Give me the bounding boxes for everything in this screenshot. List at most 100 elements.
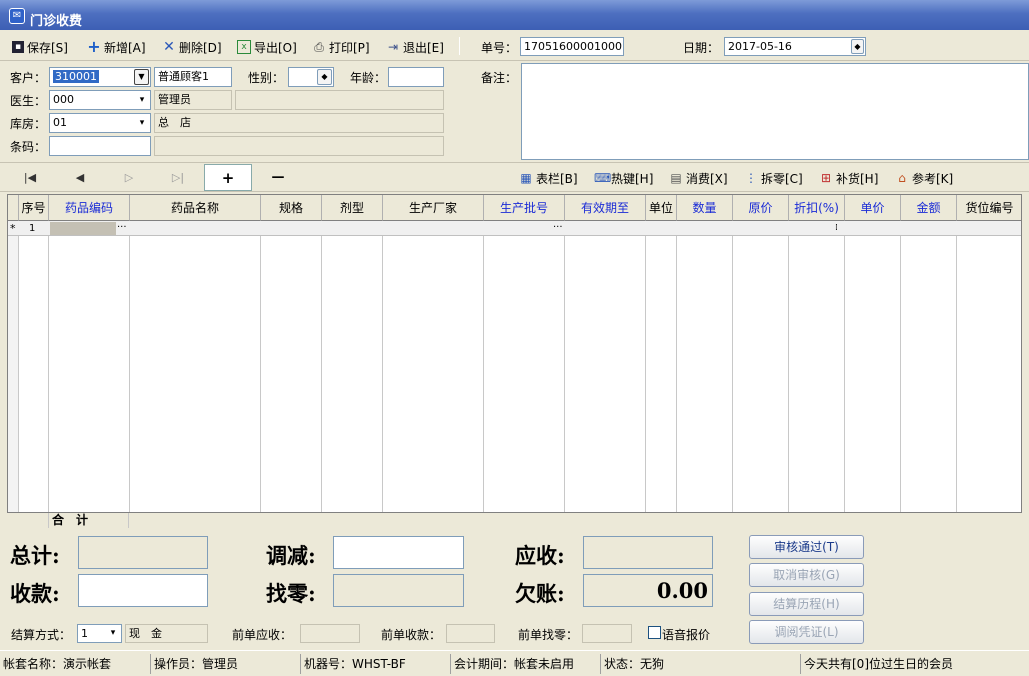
print-button[interactable]: ⎙ 打印[P] — [312, 38, 369, 56]
adjust-field[interactable] — [333, 536, 464, 569]
status-bar: 帐套名称：演示帐套 操作员：管理员 机器号：WHST-BF 会计期间：帐套未启用… — [0, 650, 1029, 676]
settle-method-select[interactable]: 1 ▾ — [77, 624, 122, 643]
doctor-code-select[interactable]: 000 ▾ — [49, 90, 151, 110]
voice-checkbox[interactable] — [648, 626, 661, 639]
title-bar: ✉ 门诊收费 — [0, 0, 1029, 30]
order-no-field[interactable]: 170516000010001 — [520, 37, 624, 56]
warehouse-code-select[interactable]: 01 ▾ — [49, 113, 151, 133]
hotkeys-button[interactable]: ⌨ 热键[H] — [594, 169, 653, 187]
column-header-drug-name[interactable]: 药品名称 — [130, 195, 261, 221]
receipt-icon: ▤ — [670, 171, 682, 185]
prev-change-label: 前单找零： — [518, 628, 579, 642]
barcode-extra-field — [154, 136, 444, 156]
grid-column — [565, 221, 646, 527]
date-label: 日期： — [683, 41, 720, 55]
column-header-manufacturer[interactable]: 生产厂家 — [383, 195, 484, 221]
table-row[interactable]: * 1 ··· ··· ⁞ — [8, 221, 1021, 236]
column-header-quantity[interactable]: 数量 — [677, 195, 733, 221]
drug-code-cell[interactable] — [50, 222, 116, 235]
row-indicator-header — [8, 195, 19, 221]
chevron-down-icon[interactable]: ▾ — [105, 625, 121, 642]
toolbar: ▪ 保存[S] + 新增[A] ✕ 删除[D] x 导出[O] ⎙ 打印[P] … — [0, 31, 1029, 61]
next-record-button[interactable]: ▷ — [107, 167, 151, 189]
grid-column — [322, 221, 383, 527]
column-header-location[interactable]: 货位编号 — [957, 195, 1021, 221]
customer-name-field[interactable]: 普通顾客1 — [154, 67, 232, 87]
save-button[interactable]: ▪ 保存[S] — [12, 38, 68, 56]
restock-icon: ⊞ — [820, 171, 832, 185]
add-row-button[interactable]: + — [204, 164, 252, 191]
unapprove-button[interactable]: 取消审核(G) — [749, 563, 864, 587]
split-button[interactable]: ⋮ 拆零[C] — [744, 169, 803, 187]
voice-label: 语音报价 — [662, 628, 711, 642]
delete-button[interactable]: ✕ 删除[D] — [162, 38, 221, 56]
columns-button[interactable]: ▦ 表栏[B] — [519, 169, 577, 187]
column-header-drug-code[interactable]: 药品编码 — [49, 195, 130, 221]
grid-column — [383, 221, 484, 527]
grid-column — [261, 221, 322, 527]
row-indicator-column — [8, 221, 19, 527]
consume-button[interactable]: ▤ 消费[X] — [669, 169, 727, 187]
column-header-expiry[interactable]: 有效期至 — [565, 195, 646, 221]
last-record-button[interactable]: ▷| — [156, 167, 200, 189]
home-icon: ⌂ — [898, 171, 906, 185]
settle-method-label: 结算方式： — [11, 628, 72, 642]
column-header-original-price[interactable]: 原价 — [733, 195, 789, 221]
grid-column — [901, 221, 957, 527]
total-label: 总计: — [10, 543, 60, 568]
grid-column — [19, 221, 49, 527]
add-button[interactable]: + 新增[A] — [87, 38, 145, 56]
age-field[interactable] — [388, 67, 444, 87]
ellipsis-icon[interactable]: ··· — [117, 221, 127, 234]
column-header-amount[interactable]: 金额 — [901, 195, 957, 221]
prev-receivable-field — [300, 624, 360, 643]
settlement-history-button[interactable]: 结算历程(H) — [749, 592, 864, 616]
remark-label: 备注： — [481, 71, 518, 85]
approve-button[interactable]: 审核通过(T) — [749, 535, 864, 559]
doctor-extra-field — [235, 90, 444, 110]
remark-textarea[interactable] — [521, 63, 1029, 160]
barcode-label: 条码： — [10, 140, 47, 154]
grid-column — [677, 221, 733, 527]
column-header-index[interactable]: 序号 — [19, 195, 49, 221]
reference-button[interactable]: ⌂ 参考[K] — [895, 169, 953, 187]
column-header-discount[interactable]: 折扣(%) — [789, 195, 845, 221]
export-button[interactable]: x 导出[O] — [237, 38, 297, 56]
spin-icon[interactable]: ⁞ — [835, 221, 838, 236]
column-header-unit-price[interactable]: 单价 — [845, 195, 901, 221]
column-header-spec[interactable]: 规格 — [261, 195, 322, 221]
prev-record-button[interactable]: ◀ — [58, 167, 102, 189]
column-header-unit[interactable]: 单位 — [646, 195, 677, 221]
row-marker: * — [10, 222, 16, 235]
totals-label: 合 计 — [48, 513, 129, 528]
total-field — [78, 536, 208, 569]
drug-items-grid[interactable]: 序号 药品编码 药品名称 规格 剂型 生产厂家 生产批号 有效期至 单位 数量 … — [7, 194, 1022, 528]
date-spin-icon[interactable]: ◆ — [851, 39, 864, 54]
prev-received-field — [446, 624, 495, 643]
barcode-field[interactable] — [49, 136, 151, 156]
chevron-down-icon[interactable]: ▾ — [134, 91, 150, 109]
first-record-button[interactable]: |◀ — [8, 167, 52, 189]
prev-receivable-label: 前单应收： — [232, 628, 293, 642]
date-field[interactable]: 2017-05-16 ◆ — [724, 37, 866, 56]
received-field[interactable] — [78, 574, 208, 607]
row-index: 1 — [29, 223, 36, 234]
chevron-down-icon[interactable]: ▾ — [134, 114, 150, 132]
chevron-down-icon[interactable]: ▼ — [134, 69, 149, 85]
warehouse-label: 库房： — [10, 117, 47, 131]
column-header-batch-no[interactable]: 生产批号 — [484, 195, 565, 221]
column-header-dosage-form[interactable]: 剂型 — [322, 195, 383, 221]
change-field — [333, 574, 464, 607]
customer-code-select[interactable]: 310001 ▼ — [49, 67, 151, 87]
ellipsis-icon[interactable]: ··· — [553, 221, 563, 234]
warehouse-name-field: 总 店 — [154, 113, 444, 133]
status-machine: 机器号：WHST-BF — [300, 654, 450, 674]
owed-label: 欠账: — [515, 581, 565, 606]
spin-icon[interactable]: ◆ — [317, 69, 332, 85]
view-voucher-button[interactable]: 调阅凭证(L) — [749, 620, 864, 644]
gender-select[interactable]: ◆ — [288, 67, 334, 87]
exit-button[interactable]: ⇥ 退出[E] — [386, 38, 444, 56]
remove-row-button[interactable]: — — [256, 167, 300, 189]
restock-button[interactable]: ⊞ 补货[H] — [819, 169, 878, 187]
receivable-field — [583, 536, 713, 569]
